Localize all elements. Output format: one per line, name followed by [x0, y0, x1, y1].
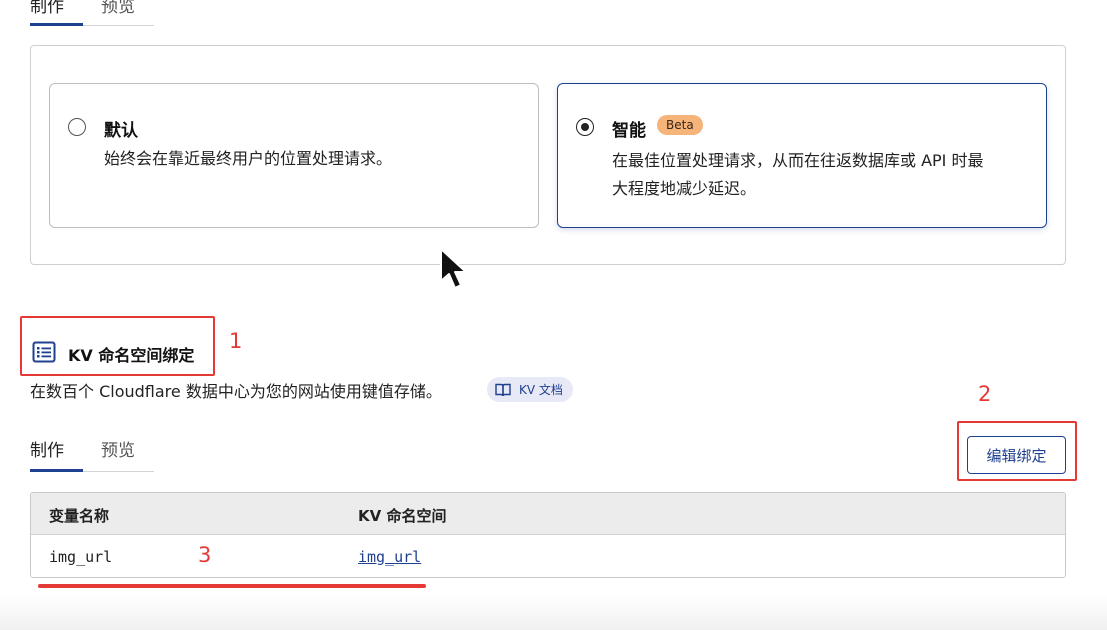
cell-namespace-link[interactable]: img_url [358, 548, 421, 566]
column-header-variable: 变量名称 [49, 507, 110, 525]
active-tab-indicator [30, 23, 83, 26]
kv-section-description: 在数百个 Cloudflare 数据中心为您的网站使用键值存储。 [30, 382, 442, 401]
book-icon [495, 383, 511, 396]
top-tab-bar: 制作 预览 [30, 0, 154, 26]
cursor-icon [440, 248, 467, 289]
kv-active-tab-indicator [30, 469, 83, 472]
kv-tab-build[interactable]: 制作 [30, 436, 64, 461]
kv-section-title: KV 命名空间绑定 [68, 346, 195, 365]
annotation-underline-3 [38, 584, 426, 588]
kv-docs-label: KV 文档 [519, 383, 563, 397]
annotation-number-2: 2 [978, 382, 992, 406]
option-smart-title: 智能 [612, 121, 646, 141]
bottom-edge [0, 596, 1107, 630]
kv-docs-link[interactable]: KV 文档 [487, 377, 573, 402]
option-default-description: 始终会在靠近最终用户的位置处理请求。 [104, 149, 393, 168]
annotation-number-1: 1 [229, 329, 243, 353]
kv-bindings-table: 变量名称 KV 命名空间 img_url img_url [30, 492, 1066, 578]
option-smart-description-line2: 大程度地减少延迟。 [612, 179, 757, 198]
annotation-number-3: 3 [198, 543, 212, 567]
radio-default[interactable] [68, 118, 86, 136]
placement-option-smart[interactable]: 智能 Beta 在最佳位置处理请求，从而在往返数据库或 API 时最 大程度地减… [557, 83, 1047, 228]
column-header-namespace: KV 命名空间 [358, 507, 447, 525]
edit-bindings-button[interactable]: 编辑绑定 [967, 436, 1066, 474]
tab-preview[interactable]: 预览 [101, 0, 135, 17]
placement-option-default[interactable]: 默认 始终会在靠近最终用户的位置处理请求。 [49, 83, 539, 228]
placement-panel: 默认 始终会在靠近最终用户的位置处理请求。 智能 Beta 在最佳位置处理请求，… [30, 45, 1066, 265]
beta-badge: Beta [657, 115, 703, 135]
option-default-title: 默认 [104, 121, 138, 141]
option-smart-description-line1: 在最佳位置处理请求，从而在往返数据库或 API 时最 [612, 151, 984, 170]
cell-variable-name: img_url [49, 548, 113, 566]
kv-tab-preview[interactable]: 预览 [101, 436, 135, 461]
list-icon [32, 341, 56, 363]
kv-tab-bar: 制作 预览 [30, 432, 154, 472]
radio-smart[interactable] [576, 118, 594, 136]
table-header: 变量名称 KV 命名空间 [31, 493, 1065, 535]
tab-build[interactable]: 制作 [30, 0, 64, 17]
